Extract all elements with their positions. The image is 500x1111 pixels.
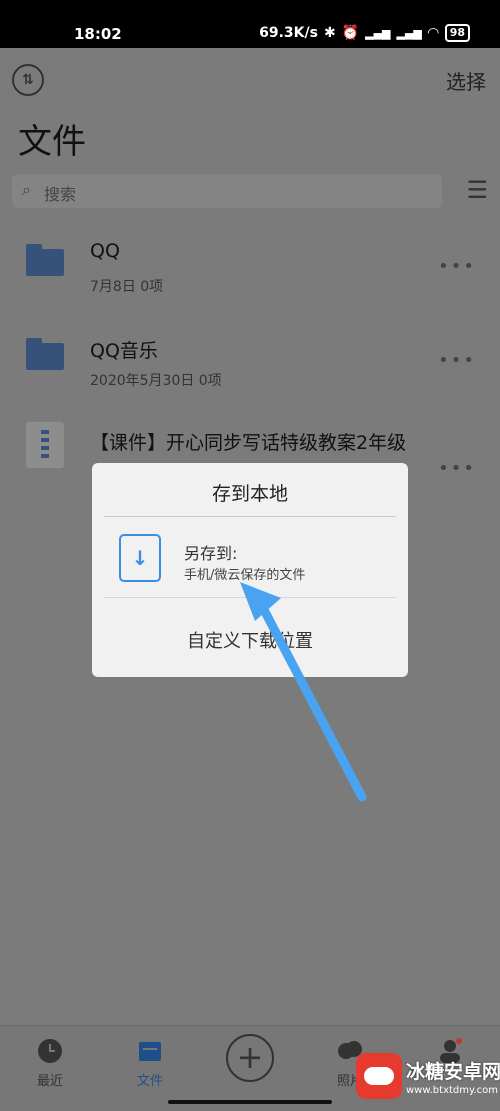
signal-icon: ▂▄▆ — [365, 26, 391, 40]
search-input[interactable]: ⌕ 搜索 — [12, 174, 442, 208]
list-item[interactable]: QQ 7月8日 0项 ••• — [0, 214, 500, 308]
divider — [104, 516, 396, 517]
add-button[interactable]: + — [226, 1034, 274, 1082]
folder-tab-icon — [139, 1042, 161, 1061]
more-options-icon[interactable]: ••• — [438, 350, 476, 371]
tab-recent[interactable]: 最近 — [20, 1038, 80, 1089]
custom-download-location-button[interactable]: 自定义下载位置 — [92, 627, 408, 653]
list-item[interactable]: QQ音乐 2020年5月30日 0项 ••• — [0, 308, 500, 402]
tab-files[interactable]: 文件 — [120, 1038, 180, 1089]
more-options-icon[interactable]: ••• — [438, 256, 476, 277]
save-as-subtitle: 手机/微云保存的文件 — [184, 568, 306, 583]
file-name: QQ音乐 — [90, 340, 158, 362]
tab-recent-label: 最近 — [36, 1074, 63, 1089]
battery-indicator: 98 — [444, 24, 470, 42]
wifi-icon: ◠ — [427, 25, 439, 41]
watermark-brand: 冰糖安卓网 — [406, 1061, 500, 1083]
dialog-title: 存到本地 — [211, 483, 288, 505]
alarm-icon: ⏰ — [341, 25, 360, 41]
save-to-local-dialog: 存到本地 ↓ 另存到: 手机/微云保存的文件 自定义下载位置 — [92, 463, 408, 677]
download-icon: ↓ — [119, 534, 161, 582]
save-as-title: 另存到: — [184, 544, 238, 563]
bluetooth-icon: ✱ — [323, 25, 336, 41]
file-meta: 2020年5月30日 0项 — [90, 373, 222, 389]
home-indicator — [168, 1100, 332, 1104]
page-title: 文件 — [18, 122, 86, 162]
more-options-icon[interactable]: ••• — [438, 458, 476, 479]
signal-icon-2: ▂▄▆ — [396, 26, 422, 40]
search-icon: ⌕ — [22, 180, 31, 199]
zip-file-icon — [26, 422, 64, 468]
file-name: 【课件】开心同步写话特级教案2年级 — [90, 432, 407, 454]
watermark-logo: 冰糖安卓网 www.btxtdmy.com — [356, 1047, 500, 1107]
watermark-gamepad-icon — [356, 1053, 402, 1099]
list-options-icon[interactable]: ☰ — [466, 176, 488, 204]
sort-order-icon[interactable]: ⇅ — [12, 64, 44, 96]
status-icons: 69.3K/s ✱ ⏰ ▂▄▆ ▂▄▆ ◠ 98 — [259, 24, 470, 42]
clock-icon — [38, 1039, 62, 1063]
watermark-url: www.btxtdmy.com — [406, 1085, 499, 1096]
file-name: QQ — [90, 240, 120, 262]
tab-files-label: 文件 — [136, 1074, 163, 1089]
status-bar: 18:02 69.3K/s ✱ ⏰ ▂▄▆ ▂▄▆ ◠ 98 — [0, 0, 500, 48]
folder-icon — [26, 244, 64, 276]
search-placeholder: 搜索 — [44, 185, 77, 204]
select-button[interactable]: 选择 — [446, 66, 486, 95]
folder-icon — [26, 338, 64, 370]
network-speed: 69.3K/s — [259, 25, 318, 41]
file-meta: 7月8日 0项 — [90, 279, 164, 295]
divider — [104, 597, 396, 598]
status-time: 18:02 — [74, 25, 122, 43]
